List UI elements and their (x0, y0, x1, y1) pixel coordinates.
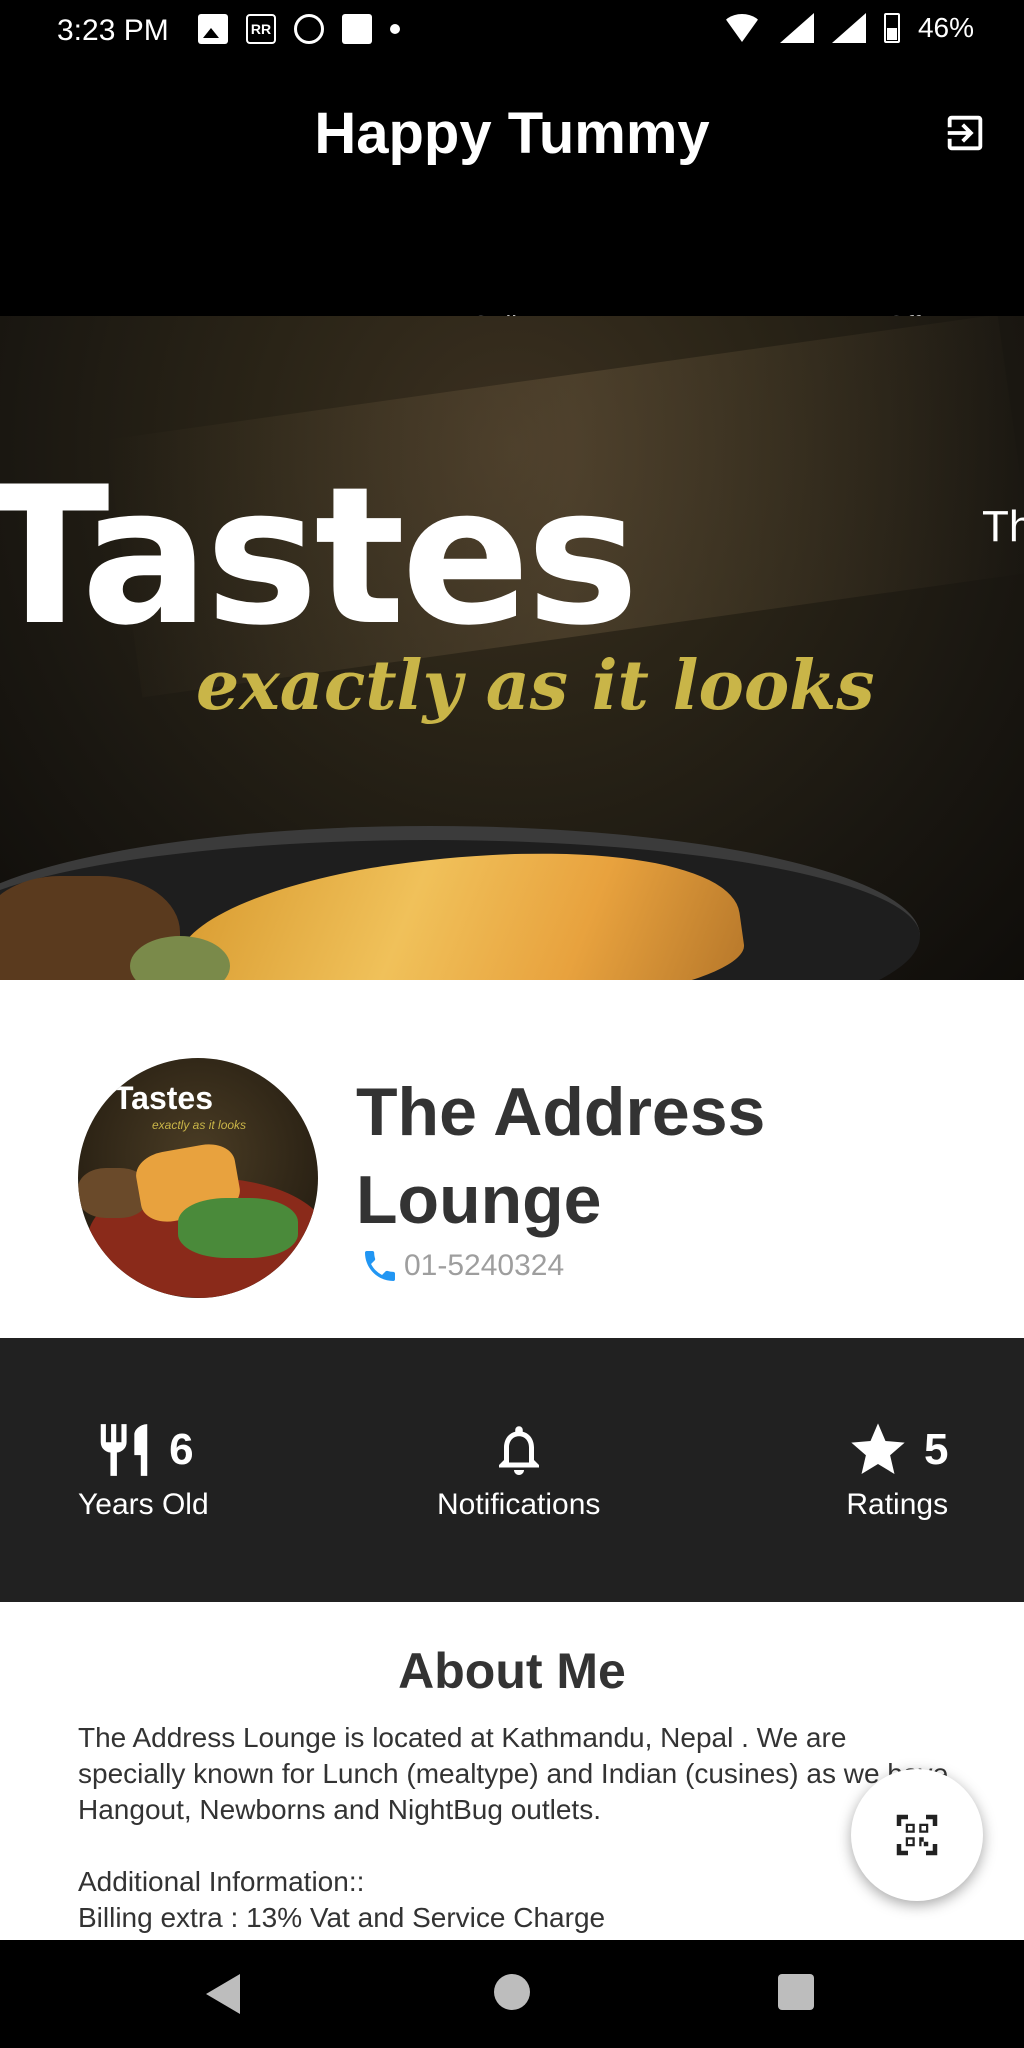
cover-banner: Tastes exactly as it looks Th (0, 316, 1024, 980)
banner-corner-text: Th (982, 502, 1024, 551)
back-icon[interactable] (206, 1974, 240, 2014)
years-value: 6 (169, 1425, 194, 1474)
phone-row[interactable]: 01-5240324 (360, 1246, 564, 1286)
app-title: Happy Tummy (314, 101, 710, 166)
avatar-tagline: exactly as it looks (152, 1118, 247, 1132)
banner-tagline: exactly as it looks (196, 646, 875, 726)
stat-ratings: 5 Ratings (846, 1418, 948, 1522)
profile-section: Tastes exactly as it looks The Address L… (0, 980, 1024, 1338)
home-icon[interactable] (494, 1974, 530, 2010)
phone-icon[interactable] (360, 1246, 400, 1286)
battery-percent: 46% (917, 12, 974, 43)
qr-code-icon (896, 1814, 938, 1856)
rr-icon: RR (246, 14, 276, 44)
stat-years: 6 Years Old (78, 1418, 209, 1522)
about-title: About Me (398, 1643, 626, 1699)
image-icon (198, 14, 228, 44)
app-bar: Happy Tummy Home Menu Gallery Events Off… (0, 68, 1024, 384)
phone-number[interactable]: 01-5240324 (404, 1249, 564, 1283)
avatar-headline: Tastes (114, 1080, 214, 1116)
signal-icon-2 (831, 13, 866, 43)
ratings-value: 5 (924, 1425, 949, 1474)
battery-icon (883, 13, 900, 43)
system-nav-bar (0, 1940, 1024, 2048)
avatar: Tastes exactly as it looks (78, 1058, 318, 1298)
fork-knife-icon (100, 1424, 148, 1476)
wifi-icon (721, 14, 762, 42)
logout-icon[interactable] (942, 110, 988, 156)
usb-icon (342, 14, 372, 44)
recent-apps-icon[interactable] (778, 1974, 814, 2010)
bell-icon[interactable] (489, 1418, 549, 1482)
avatar-greens (178, 1198, 298, 1258)
restaurant-name: The Address Lounge (356, 1074, 766, 1238)
stat-notifications[interactable]: Notifications (437, 1418, 600, 1522)
signal-icon (779, 13, 814, 43)
banner-headline: Tastes (0, 446, 639, 667)
status-system-icons: 46% (721, 12, 974, 44)
status-time: 3:23 PM (57, 14, 169, 47)
notifications-label[interactable]: Notifications (437, 1488, 600, 1522)
stats-bar: 6 Years Old Notifications 5 Ratings (0, 1338, 1024, 1602)
about-text: The Address Lounge is located at Kathman… (78, 1722, 948, 1933)
status-bar: 3:23 PM RR 46% (0, 0, 1024, 68)
star-icon (851, 1423, 905, 1474)
ratings-label: Ratings (846, 1488, 949, 1521)
qr-scan-button[interactable] (851, 1769, 983, 1901)
years-label: Years Old (78, 1488, 209, 1521)
about-section: About Me The Address Lounge is located a… (0, 1602, 1024, 1940)
status-notification-icons: RR (198, 14, 400, 44)
more-notifications-dot-icon (390, 24, 400, 34)
viber-icon (294, 14, 324, 44)
